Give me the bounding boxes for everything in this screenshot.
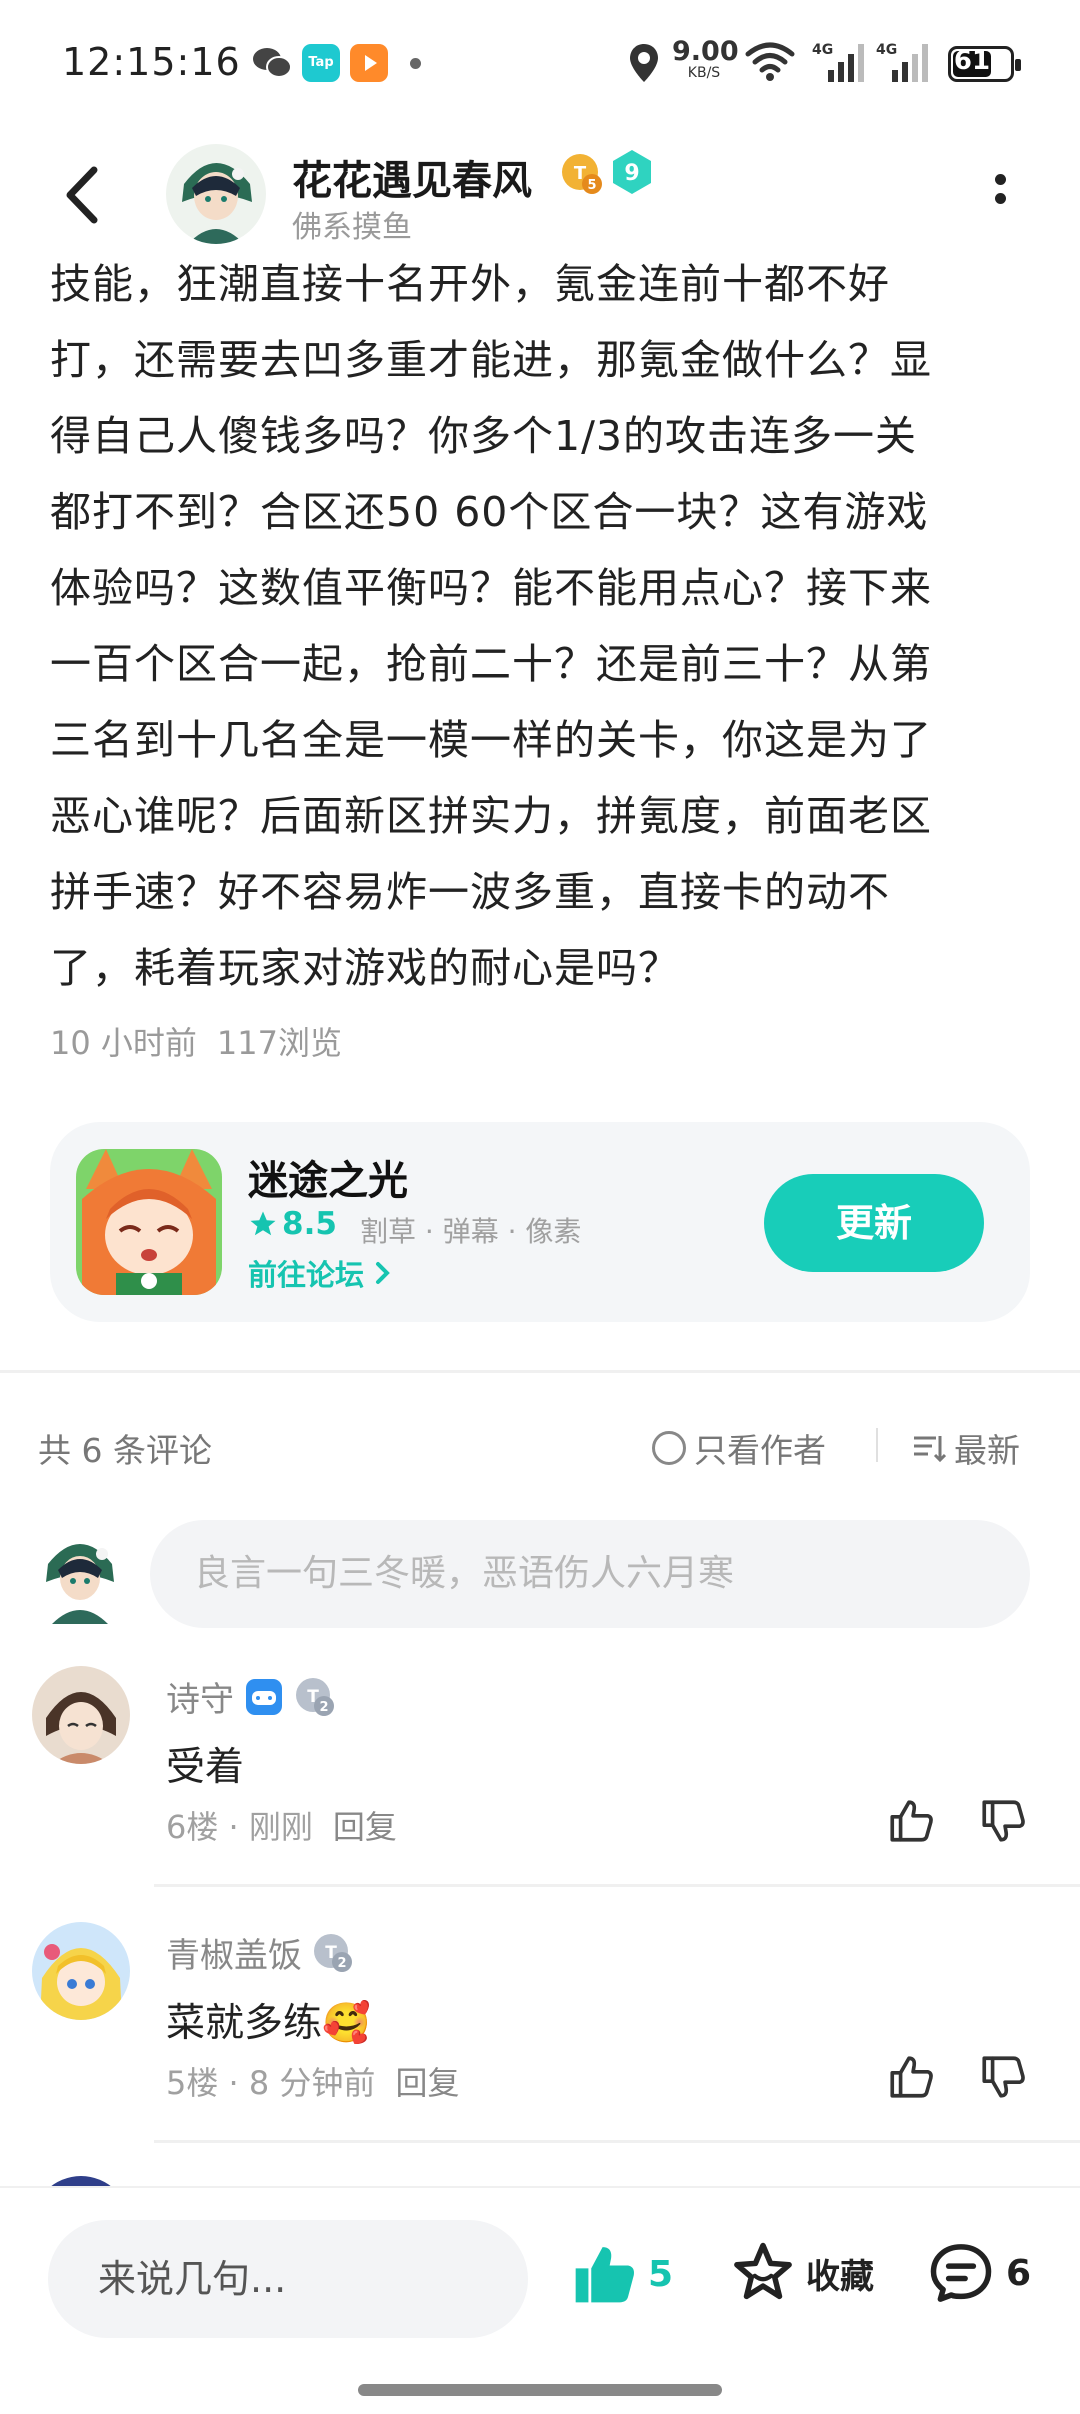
gamer-badge-icon (246, 1678, 282, 1715)
post-body: 技能，狂潮直接十名开外，氪金连前十都不好 打，还需要去凹多重才能进，那氪金做什么… (50, 246, 1040, 1006)
commenter-name[interactable]: 诗守 T 2 (166, 1672, 336, 1721)
game-tags: 割草 · 弹幕 · 像素 (360, 1215, 582, 1248)
thumbs-up-icon[interactable] (886, 1796, 936, 1846)
post-line: 都打不到？合区还50 60个区合一块？这有游戏 (50, 488, 929, 536)
level-badge-icon: T 2 (296, 1677, 334, 1716)
my-avatar (40, 1524, 120, 1624)
post-views: 117浏览 (216, 1024, 342, 1062)
post-time: 10 小时前 (50, 1024, 197, 1062)
quick-comment-input[interactable]: 来说几句... (48, 2220, 528, 2338)
commenter-name[interactable]: 青椒盖饭 T 2 (166, 1928, 354, 1977)
commenter-avatar[interactable] (32, 1922, 130, 2020)
cell-signal-icon: 4G (812, 42, 864, 82)
thumbs-down-icon[interactable] (978, 2052, 1028, 2102)
svg-text:2: 2 (337, 1956, 346, 1971)
post-line: 拼手速？好不容易炸一波多重，直接卡的动不 (50, 868, 890, 916)
author-name[interactable]: 花花遇见春风 (292, 148, 532, 206)
radio-icon (652, 1431, 686, 1465)
post-line: 得自己人傻钱多吗？你多个1/3的攻击连多一关 (50, 412, 917, 460)
svg-text:4G: 4G (812, 42, 833, 58)
update-button[interactable]: 更新 (764, 1174, 984, 1272)
game-title[interactable]: 迷途之光 (248, 1148, 408, 1206)
home-indicator[interactable] (358, 2384, 722, 2396)
author-subtitle: 佛系摸鱼 (292, 210, 412, 245)
post-header: 花花遇见春风 T 5 9 佛系摸鱼 (0, 130, 1080, 260)
post-line: 了，耗着玩家对游戏的耐心是吗？ (50, 944, 680, 992)
favorite-label: 收藏 (806, 2256, 874, 2297)
comment-meta: 5楼 · 8 分钟前 回复 (166, 2064, 460, 2102)
post-meta: 10 小时前 117浏览 (50, 1018, 342, 1064)
thumbs-down-icon[interactable] (978, 1796, 1028, 1846)
back-arrow-icon[interactable] (50, 160, 120, 230)
chevron-right-icon (376, 1262, 390, 1284)
comment-divider (154, 1884, 1080, 1887)
status-time: 12:15:16 (62, 40, 241, 84)
author-avatar[interactable] (166, 144, 266, 244)
like-count: 5 (648, 2253, 674, 2295)
comment-text: 菜就多练🥰 (166, 2001, 371, 2046)
bottom-action-bar: 来说几句... 5 收藏 6 (0, 2186, 1080, 2414)
game-card[interactable]: 迷途之光 8.5 割草 · 弹幕 · 像素 前往论坛 更新 (50, 1122, 1030, 1322)
battery-indicator: 61 (948, 46, 1021, 82)
star-outline-icon (734, 2242, 792, 2300)
comment-input[interactable]: 良言一句三冬暖，恶语伤人六月寒 (150, 1520, 1030, 1628)
post-line: 三名到十几名全是一模一样的关卡，你这是为了 (50, 716, 932, 764)
sort-icon (914, 1436, 946, 1463)
svg-text:2: 2 (319, 1700, 328, 1715)
only-author-toggle[interactable]: 只看作者 (652, 1424, 826, 1472)
comments-button[interactable]: 6 (928, 2240, 1031, 2306)
comment-bubble-icon (930, 2244, 992, 2302)
thumbs-up-filled-icon (575, 2247, 634, 2303)
status-bar: 12:15:16 Tap 9.00 KB/S 4G 4G 61 (0, 0, 1080, 130)
wifi-icon (745, 42, 795, 81)
tap-app-icon: Tap (302, 44, 340, 82)
game-rating: 8.5 (248, 1206, 337, 1242)
video-app-icon (350, 44, 388, 82)
network-speed: 9.00 KB/S (672, 36, 739, 81)
reply-button[interactable]: 回复 (333, 1808, 397, 1846)
section-divider (0, 1370, 1080, 1373)
cell-signal-icon-2: 4G (876, 42, 928, 82)
comments-count: 共 6 条评论 (38, 1431, 212, 1470)
level-badge-icon: T 5 (562, 154, 602, 194)
notification-dot (410, 58, 421, 69)
separator (876, 1428, 878, 1462)
wechat-icon (253, 48, 292, 78)
post-line: 恶心谁呢？后面新区拼实力，拼氪度，前面老区 (50, 792, 932, 840)
comment-meta: 6楼 · 刚刚 回复 (166, 1808, 397, 1846)
reply-button[interactable]: 回复 (395, 2064, 459, 2102)
sort-button[interactable]: 最新 (912, 1424, 1020, 1472)
more-options-icon[interactable] (980, 166, 1020, 226)
post-line: 体验吗？这数值平衡吗？能不能用点心？接下来 (50, 564, 932, 612)
like-button[interactable]: 5 (570, 2240, 673, 2308)
game-icon[interactable] (76, 1149, 222, 1295)
level-badge-icon: T 2 (314, 1933, 352, 1972)
thumbs-up-icon[interactable] (886, 2052, 936, 2102)
comment-text: 受着 (166, 1745, 245, 1790)
svg-text:9: 9 (624, 161, 639, 186)
post-line: 一百个区合一起，抢前二十？还是前三十？从第 (50, 640, 932, 688)
favorite-button[interactable]: 收藏 (730, 2240, 874, 2306)
svg-text:5: 5 (587, 178, 596, 193)
comment-count: 6 (1006, 2252, 1032, 2294)
location-icon (630, 44, 658, 82)
star-icon (250, 1211, 276, 1236)
commenter-avatar[interactable] (32, 1666, 130, 1764)
fan-badge-icon: 9 (613, 150, 651, 194)
svg-text:4G: 4G (876, 42, 897, 58)
forum-link[interactable]: 前往论坛 (248, 1252, 396, 1294)
post-line: 打，还需要去凹多重才能进，那氪金做什么？显 (50, 336, 932, 384)
comment-divider (154, 2140, 1080, 2143)
